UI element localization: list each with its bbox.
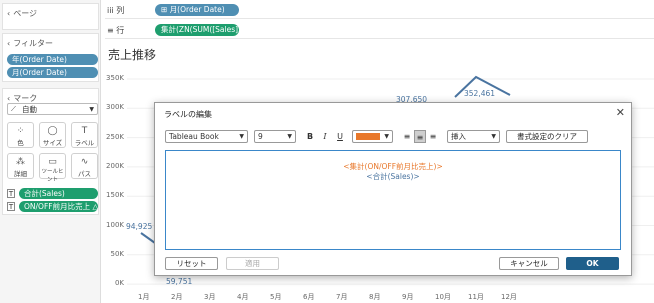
font-size-select[interactable]: 9 ▼ (254, 130, 296, 143)
y-tick-label: 150K (106, 191, 124, 200)
x-tick-label: 11月 (468, 293, 484, 301)
y-tick-label: 0K (114, 279, 124, 288)
label-line-sales: <合計(Sales)> (366, 172, 420, 181)
data-label: 94,925 (126, 222, 153, 231)
color-picker[interactable]: ▼ (352, 130, 393, 143)
chevron-down-icon: ▼ (384, 133, 389, 140)
x-tick-label: 1月 (138, 293, 150, 301)
x-tick-label: 3月 (204, 293, 216, 301)
insert-dropdown[interactable]: 挿入 ▼ (447, 130, 500, 143)
y-tick-label: 200K (106, 161, 124, 170)
close-icon[interactable]: ✕ (616, 106, 625, 119)
dialog-title: ラベルの編集 (164, 110, 212, 119)
x-tick-label: 2月 (171, 293, 183, 301)
y-tick-label: 50K (110, 249, 125, 258)
x-tick-label: 6月 (303, 293, 315, 301)
reset-button[interactable]: リセット (165, 257, 218, 270)
ok-button[interactable]: OK (566, 257, 619, 270)
x-tick-label: 9月 (402, 293, 414, 301)
y-tick-label: 300K (106, 103, 124, 112)
edit-label-dialog: ラベルの編集 ✕ Tableau Book ▼ 9 ▼ B I U ▼ ≡ ≡ ≡ … (154, 102, 632, 276)
chevron-down-icon: ▼ (239, 133, 244, 140)
clear-formatting-button[interactable]: 書式設定のクリア (506, 130, 588, 143)
align-center-icon[interactable]: ≡ (414, 130, 426, 143)
data-label: 352,461 (464, 89, 496, 98)
x-tick-label: 4月 (237, 293, 249, 301)
y-tick-label: 100K (106, 220, 124, 229)
x-tick-label: 7月 (336, 293, 348, 301)
bold-button[interactable]: B (304, 130, 316, 143)
cancel-button[interactable]: キャンセル (499, 257, 559, 270)
x-tick-label: 5月 (270, 293, 282, 301)
chevron-down-icon: ▼ (491, 133, 496, 140)
chevron-down-icon: ▼ (287, 133, 292, 140)
italic-button[interactable]: I (319, 130, 331, 143)
x-tick-label: 12月 (501, 293, 517, 301)
sales-line-start (140, 232, 156, 244)
label-text-editor[interactable]: <集計(ON/OFF前月比売上)> <合計(Sales)> (165, 150, 621, 250)
y-tick-label: 250K (106, 132, 124, 141)
x-tick-label: 10月 (435, 293, 451, 301)
data-label: 59,751 (166, 277, 193, 286)
align-left-icon[interactable]: ≡ (401, 130, 413, 143)
align-right-icon[interactable]: ≡ (427, 130, 439, 143)
underline-button[interactable]: U (334, 130, 346, 143)
font-family-select[interactable]: Tableau Book ▼ (165, 130, 248, 143)
y-tick-label: 350K (106, 74, 124, 82)
x-tick-label: 8月 (369, 293, 381, 301)
color-swatch (356, 133, 380, 140)
apply-button[interactable]: 適用 (226, 257, 279, 270)
